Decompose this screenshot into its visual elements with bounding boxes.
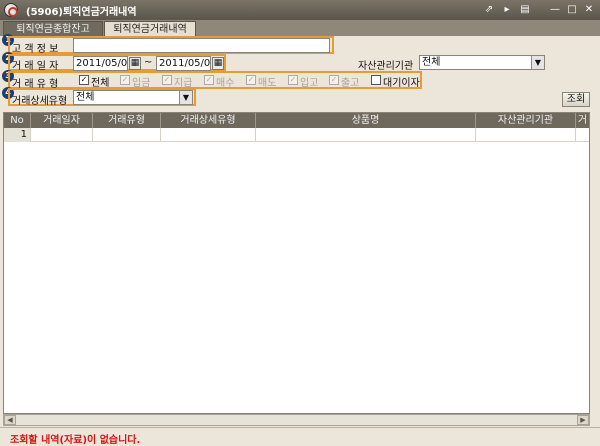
table-header: No 거래일자 거래유형 거래상세유형 상품명 자산관리기관 거: [4, 113, 589, 128]
cell-trade-type: [93, 128, 161, 142]
trade-date-to-field[interactable]: 2011/05/06: [156, 56, 211, 71]
checkbox-payment[interactable]: ✓: [162, 75, 172, 85]
checkbox-sell[interactable]: ✓: [246, 75, 256, 85]
date-range-separator: ~: [144, 57, 153, 68]
customer-info-field[interactable]: [73, 38, 330, 53]
cell-asset-institution: [476, 128, 576, 142]
tab-bar: 퇴직연금종합잔고 퇴직연금거래내역: [0, 20, 600, 36]
column-header-truncated[interactable]: 거: [576, 113, 589, 128]
trade-detail-type-value: 전체: [76, 92, 95, 103]
checkbox-buy-label: 매수: [216, 78, 235, 89]
close-button[interactable]: ✕: [582, 3, 596, 17]
checkbox-all[interactable]: ✓: [79, 75, 89, 85]
cell-trade-detail-type: [161, 128, 256, 142]
search-button[interactable]: 조회: [562, 92, 590, 107]
checkbox-buy[interactable]: ✓: [204, 75, 214, 85]
checkbox-pending-interest[interactable]: [371, 75, 381, 85]
vertical-scrollbar[interactable]: [590, 112, 600, 414]
scroll-left-icon[interactable]: ◀: [4, 415, 16, 425]
calendar-from-icon[interactable]: ▦: [129, 57, 141, 70]
column-header-trade-type[interactable]: 거래유형: [93, 113, 161, 128]
checkbox-all-label: 전체: [91, 78, 110, 89]
asset-institution-select[interactable]: 전체 ▼: [419, 55, 545, 70]
horizontal-scrollbar[interactable]: ◀ ▶: [3, 414, 590, 426]
table-row[interactable]: 1: [4, 128, 589, 142]
column-header-trade-date[interactable]: 거래일자: [31, 113, 93, 128]
maximize-button[interactable]: □: [565, 3, 579, 17]
status-bar: 조회할 내역(자료)이 없습니다.: [0, 427, 600, 446]
play-icon[interactable]: ▸: [500, 3, 514, 17]
row-number: 1: [4, 128, 31, 142]
app-icon: [4, 3, 18, 17]
checkbox-pending-interest-label: 대기이자: [383, 78, 420, 89]
calendar-to-icon[interactable]: ▦: [212, 57, 224, 70]
minimize-button[interactable]: —: [548, 3, 562, 17]
checkbox-release-label: 출고: [341, 78, 360, 89]
checkbox-deposit[interactable]: ✓: [120, 75, 130, 85]
asset-institution-label: 자산관리기관: [358, 61, 414, 72]
transaction-table: No 거래일자 거래유형 거래상세유형 상품명 자산관리기관 거 1: [3, 112, 590, 414]
cell-product-name: [256, 128, 476, 142]
checkbox-release[interactable]: ✓: [329, 75, 339, 85]
window-title: (5906)퇴직연금거래내역: [26, 7, 137, 18]
pin-icon[interactable]: ⇗: [482, 3, 496, 17]
menu-icon[interactable]: ▤: [518, 3, 532, 17]
tab-pension-transactions[interactable]: 퇴직연금거래내역: [104, 21, 196, 36]
column-header-trade-detail-type[interactable]: 거래상세유형: [161, 113, 256, 128]
trade-date-label: 거 래 일 자: [12, 61, 59, 72]
trade-detail-type-select[interactable]: 전체 ▼: [73, 90, 193, 105]
checkbox-deposit-label: 입금: [132, 78, 151, 89]
customer-info-label: 고 객 정 보: [12, 44, 59, 55]
trade-date-from-field[interactable]: 2011/05/06: [73, 56, 128, 71]
column-header-no[interactable]: No: [4, 113, 31, 128]
tab-pension-balance[interactable]: 퇴직연금종합잔고: [3, 21, 103, 36]
scroll-right-icon[interactable]: ▶: [577, 415, 589, 425]
trade-detail-type-label: 거래상세유형: [12, 96, 68, 107]
cell-trade-date: [31, 128, 93, 142]
checkbox-payment-label: 지급: [174, 78, 193, 89]
chevron-down-icon[interactable]: ▼: [179, 91, 192, 104]
asset-institution-value: 전체: [422, 57, 441, 68]
status-message: 조회할 내역(자료)이 없습니다.: [10, 435, 141, 446]
checkbox-receive-label: 입고: [300, 78, 319, 89]
highlight-trade-type: [8, 71, 422, 89]
column-header-asset-institution[interactable]: 자산관리기관: [476, 113, 576, 128]
checkbox-sell-label: 매도: [258, 78, 277, 89]
column-header-product-name[interactable]: 상품명: [256, 113, 476, 128]
chevron-down-icon[interactable]: ▼: [531, 56, 544, 69]
title-bar: (5906)퇴직연금거래내역 ⇗ ▸ ▤ — □ ✕: [0, 0, 600, 20]
checkbox-receive[interactable]: ✓: [288, 75, 298, 85]
